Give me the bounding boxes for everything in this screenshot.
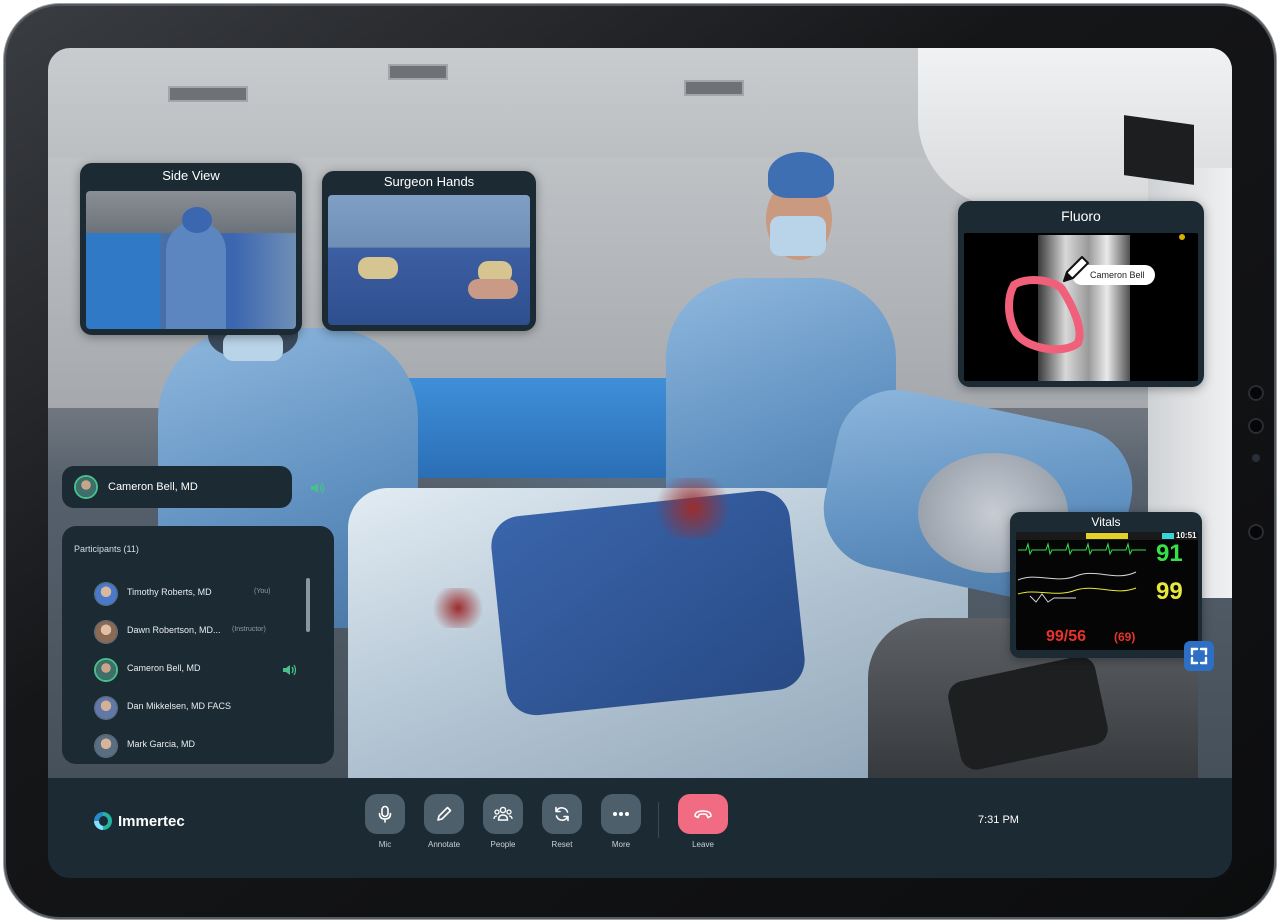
- wall-monitor: [1124, 115, 1194, 185]
- participant-row[interactable]: Timothy Roberts, MD (You): [94, 581, 304, 607]
- pencil-icon: [437, 806, 452, 821]
- side-view-video[interactable]: [86, 191, 296, 329]
- surgeon-figure: [166, 221, 226, 329]
- clock-time: 7:31 PM: [978, 814, 1019, 826]
- logo-icon: [94, 812, 112, 830]
- ceiling-vent: [168, 86, 248, 102]
- vitals-panel[interactable]: Vitals 10:51 91 99 99/56 (69): [1010, 512, 1202, 658]
- participants-title: Participants (11): [74, 544, 139, 554]
- fluoro-image[interactable]: Cameron Bell: [964, 233, 1198, 381]
- annotation-author: Cameron Bell: [1090, 270, 1145, 280]
- side-view-panel[interactable]: Side View: [80, 163, 302, 335]
- more-label: More: [611, 840, 631, 849]
- art-waveform: [1017, 571, 1137, 581]
- pleth-waveform: [1017, 587, 1137, 595]
- blood-pressure-value: 99/56: [1046, 628, 1087, 645]
- hardware-button: [1248, 385, 1264, 401]
- surgeon-mask: [223, 333, 283, 361]
- app-screen: Side View Surgeon Hands Fluoro Cameron B…: [48, 48, 1232, 878]
- ecg-waveform: [1018, 542, 1146, 556]
- side-view-title: Side View: [162, 168, 220, 183]
- annotate-label: Annotate: [427, 840, 461, 849]
- ellipsis-icon: [613, 812, 629, 816]
- mic-icon: [378, 805, 392, 823]
- fluoro-title: Fluoro: [1061, 208, 1101, 224]
- leave-label: Leave: [692, 840, 714, 849]
- speaking-icon: [283, 664, 296, 676]
- more-control[interactable]: More: [601, 794, 641, 849]
- ceiling-vent: [388, 64, 448, 80]
- participant-name: Cameron Bell, MD: [127, 663, 201, 673]
- surgeon-cap: [768, 152, 834, 198]
- surgeon-hands-panel[interactable]: Surgeon Hands: [322, 171, 536, 331]
- leave-control[interactable]: Leave: [678, 794, 728, 849]
- surgeon-mask: [770, 216, 826, 256]
- ceiling-vent: [684, 80, 744, 96]
- hardware-button: [1248, 418, 1264, 434]
- avatar: [94, 658, 118, 682]
- gloved-hand: [358, 257, 398, 279]
- avatar: [94, 620, 118, 644]
- people-label: People: [490, 840, 516, 849]
- avatar: [74, 475, 98, 499]
- people-button[interactable]: [483, 794, 523, 834]
- pencil-icon: [1063, 256, 1089, 282]
- spo2-value: 99: [1156, 578, 1183, 605]
- blood-stain: [648, 478, 738, 538]
- active-speaker-name: Cameron Bell, MD: [108, 481, 198, 493]
- reset-label: Reset: [551, 840, 573, 849]
- annotation-stroke: [1005, 276, 1084, 354]
- participants-scrollbar[interactable]: [306, 578, 310, 632]
- participant-row[interactable]: Dan Mikkelsen, MD FACS: [94, 695, 304, 721]
- hang-up-icon: [694, 810, 712, 819]
- reset-control[interactable]: Reset: [542, 794, 582, 849]
- annotate-button[interactable]: [424, 794, 464, 834]
- hardware-button: [1248, 524, 1264, 540]
- active-speaker-tag[interactable]: Cameron Bell, MD: [62, 466, 324, 508]
- blood-stain: [428, 588, 488, 628]
- reset-icon: [555, 806, 569, 822]
- participant-name: Mark Garcia, MD: [127, 739, 196, 749]
- speaker-volume-icon: [311, 482, 324, 494]
- heart-rate-value: 91: [1156, 540, 1183, 567]
- vitals-title: Vitals: [1091, 515, 1121, 529]
- mic-label: Mic: [378, 840, 392, 849]
- participant-name: Dan Mikkelsen, MD FACS: [127, 701, 232, 711]
- participant-tag: (You): [254, 588, 271, 595]
- toolbar-divider: [658, 802, 659, 838]
- mean-pressure-value: (69): [1114, 630, 1136, 644]
- mic-button[interactable]: [365, 794, 405, 834]
- expand-button[interactable]: [1184, 641, 1214, 671]
- avatar: [94, 696, 118, 720]
- avatar: [94, 734, 118, 758]
- participant-name: Timothy Roberts, MD: [127, 587, 212, 597]
- participant-row[interactable]: Dawn Robertson, MD... (Instructor): [94, 619, 304, 645]
- surgeon-hands-video[interactable]: [328, 195, 530, 325]
- surgeon-cap: [182, 207, 212, 233]
- surgeon-hands-title: Surgeon Hands: [383, 174, 475, 189]
- camera-icon: [1252, 454, 1260, 462]
- participant-name: Dawn Robertson, MD...: [127, 625, 221, 635]
- leave-button[interactable]: [678, 794, 728, 834]
- resp-waveform: [1029, 593, 1076, 603]
- fluoro-panel[interactable]: Fluoro Cameron Bell: [958, 201, 1204, 387]
- patient-foot: [468, 279, 518, 299]
- bottom-toolbar: Immertec Mic Annotate People Reset More …: [48, 778, 1232, 878]
- reset-button[interactable]: [542, 794, 582, 834]
- participant-row[interactable]: Mark Garcia, MD: [94, 733, 304, 759]
- people-control[interactable]: People: [483, 794, 523, 849]
- participants-panel[interactable]: Participants (11) Timothy Roberts, MD (Y…: [62, 526, 334, 764]
- annotate-control[interactable]: Annotate: [424, 794, 464, 849]
- mic-control[interactable]: Mic: [365, 794, 405, 849]
- people-icon: [493, 806, 513, 821]
- app-name: Immertec: [118, 813, 185, 830]
- participant-tag: (Instructor): [232, 626, 266, 633]
- vitals-monitor[interactable]: 10:51 91 99 99/56 (69): [1016, 532, 1198, 650]
- annotation-marker-icon: [1179, 234, 1185, 240]
- expand-icon: [1190, 647, 1208, 665]
- avatar: [94, 582, 118, 606]
- participant-row[interactable]: Cameron Bell, MD: [94, 657, 304, 683]
- more-button[interactable]: [601, 794, 641, 834]
